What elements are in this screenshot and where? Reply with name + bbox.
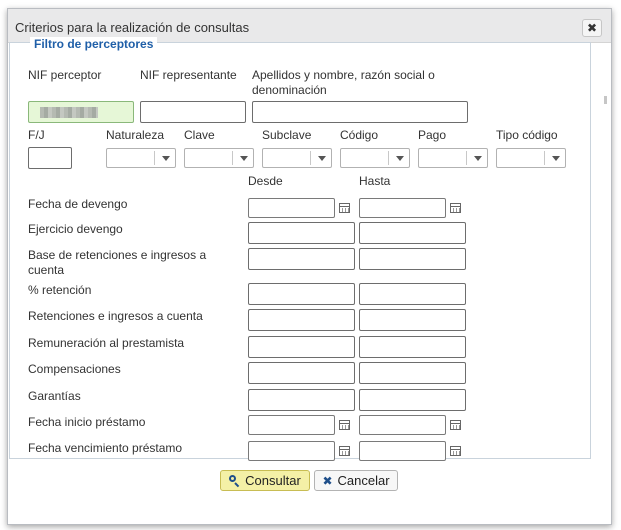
close-button[interactable]: ✖ [582,19,602,37]
desde-header: Desde [248,174,283,188]
nif-perceptor-input[interactable] [28,101,134,123]
codigo-select[interactable] [340,148,410,168]
hasta-header: Hasta [359,174,391,188]
fecha-vencimiento-hasta-input[interactable] [359,441,446,461]
porcentaje-retencion-label: % retención [28,283,92,297]
chevron-down-icon [396,156,404,161]
base-retenciones-desde-input[interactable] [248,248,355,270]
ejercicio-devengo-label: Ejercicio devengo [28,222,123,236]
close-icon: ✖ [586,21,598,35]
chevron-down-icon [240,156,248,161]
fecha-vencimiento-label: Fecha vencimiento préstamo [28,441,183,455]
retenciones-ingresos-desde-input[interactable] [248,309,355,331]
nif-representante-input[interactable] [140,101,246,123]
apellidos-label-line2: denominación [252,83,327,97]
fecha-vencimiento-desde-input[interactable] [248,441,335,461]
calendar-icon[interactable] [450,203,461,213]
compensaciones-hasta-input[interactable] [359,362,466,384]
apellidos-label: Apellidos y nombre, razón social o [252,68,435,82]
pago-select[interactable] [418,148,488,168]
ejercicio-devengo-hasta-input[interactable] [359,222,466,244]
base-retenciones-hasta-input[interactable] [359,248,466,270]
calendar-icon[interactable] [339,203,350,213]
garantias-label: Garantías [28,389,81,403]
ejercicio-devengo-desde-input[interactable] [248,222,355,244]
retenciones-ingresos-hasta-input[interactable] [359,309,466,331]
retenciones-ingresos-label: Retenciones e ingresos a cuenta [28,309,203,323]
calendar-icon[interactable] [339,420,350,430]
cancelar-button[interactable]: ✖ Cancelar [314,470,398,491]
codigo-label: Código [340,128,379,142]
tipo-codigo-select[interactable] [496,148,566,168]
fj-label: F/J [28,128,45,142]
garantias-desde-input[interactable] [248,389,355,411]
dialog-title: Criterios para la realización de consult… [15,20,250,35]
consultar-button-label: Consultar [245,473,301,488]
search-icon [229,475,240,486]
fecha-devengo-hasta-input[interactable] [359,198,446,218]
base-retenciones-label: Base de retenciones e ingresos a [28,248,207,262]
apellidos-input[interactable] [252,101,468,123]
scroll-indicator [604,96,607,104]
garantias-hasta-input[interactable] [359,389,466,411]
cancelar-button-label: Cancelar [337,473,390,488]
compensaciones-desde-input[interactable] [248,362,355,384]
calendar-icon[interactable] [339,446,350,456]
fecha-devengo-label: Fecha de devengo [28,197,128,211]
pago-label: Pago [418,128,447,142]
redacted-value [40,107,98,118]
remuneracion-label: Remuneración al prestamista [28,336,185,350]
remuneracion-desde-input[interactable] [248,336,355,358]
fecha-inicio-label: Fecha inicio préstamo [28,415,146,429]
nif-representante-label: NIF representante [140,68,237,82]
remuneracion-hasta-input[interactable] [359,336,466,358]
clave-select[interactable] [184,148,254,168]
fecha-devengo-desde-input[interactable] [248,198,335,218]
subclave-select[interactable] [262,148,332,168]
close-icon: ✖ [322,473,333,488]
clave-label: Clave [184,128,215,142]
naturaleza-select[interactable] [106,148,176,168]
subclave-label: Subclave [262,128,312,142]
chevron-down-icon [162,156,170,161]
porcentaje-retencion-hasta-input[interactable] [359,283,466,305]
fj-input[interactable] [28,147,72,169]
fieldset-legend: Filtro de perceptores [30,37,158,51]
tipo-codigo-label: Tipo código [496,128,558,142]
chevron-down-icon [552,156,560,161]
chevron-down-icon [474,156,482,161]
nif-perceptor-label: NIF perceptor [28,68,102,82]
calendar-icon[interactable] [450,420,461,430]
compensaciones-label: Compensaciones [28,362,121,376]
fecha-inicio-hasta-input[interactable] [359,415,446,435]
porcentaje-retencion-desde-input[interactable] [248,283,355,305]
naturaleza-label: Naturaleza [106,128,165,142]
fecha-inicio-desde-input[interactable] [248,415,335,435]
base-retenciones-label-line2: cuenta [28,263,65,277]
consultar-button[interactable]: Consultar [220,470,310,491]
calendar-icon[interactable] [450,446,461,456]
chevron-down-icon [318,156,326,161]
